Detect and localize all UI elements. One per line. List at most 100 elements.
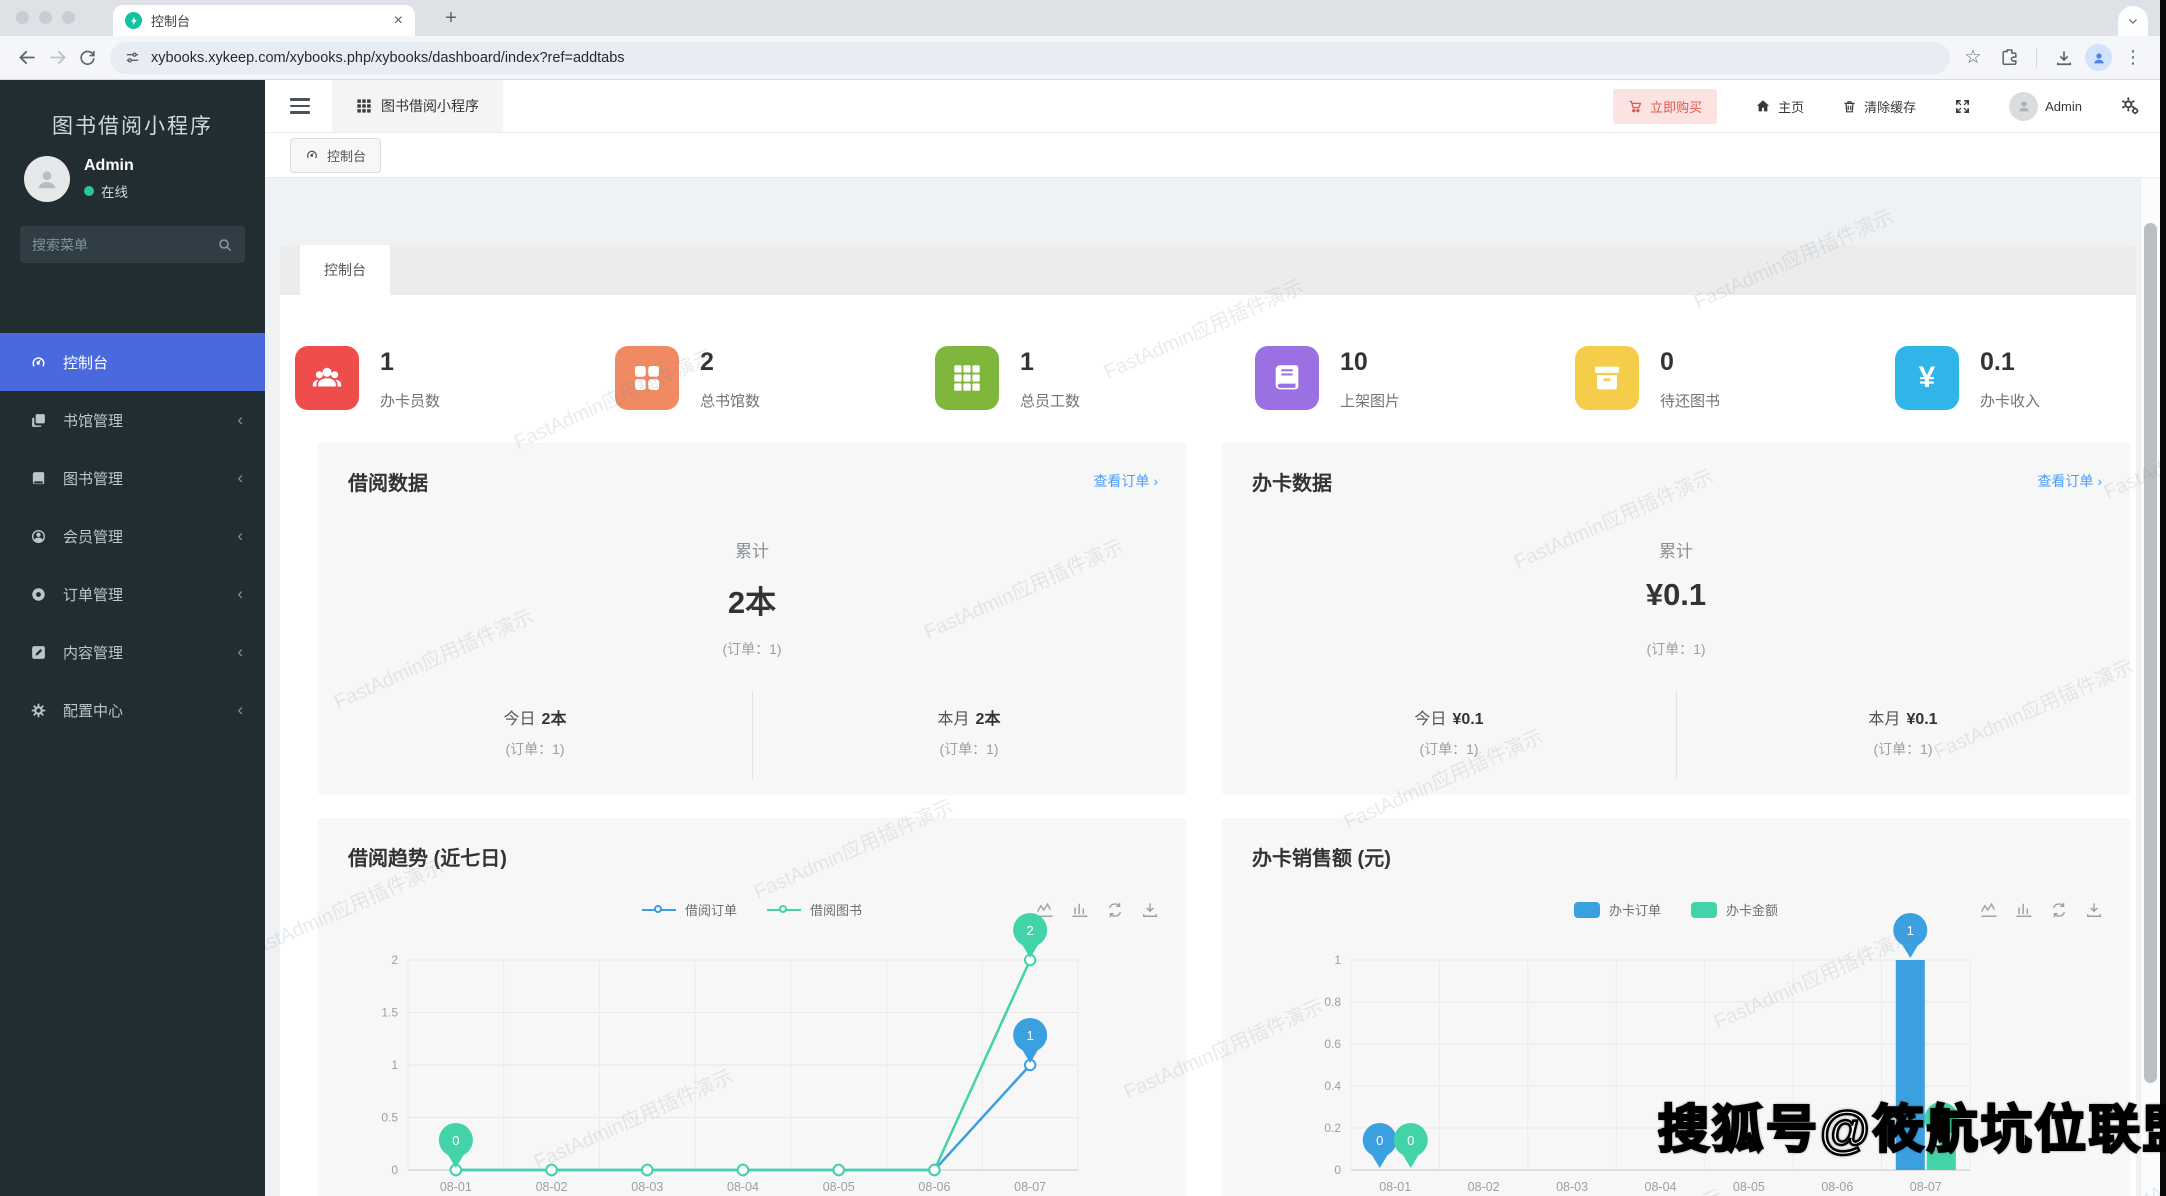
home-label: 主页 [1778, 99, 1805, 115]
chevron-left-icon: ‹ [237, 642, 243, 661]
settings-gears-button[interactable] [2120, 96, 2140, 116]
admin-app: 图书借阅小程序 Admin 在线 搜索菜单 控制台 书馆管理 ‹ 图书管理 ‹ … [0, 80, 2160, 1196]
expand-arrows-icon [1956, 99, 1970, 113]
svg-text:08-07: 08-07 [1014, 1180, 1046, 1194]
hamburger-menu-icon[interactable] [290, 98, 310, 114]
buy-now-button[interactable]: 立即购买 [1613, 88, 1718, 124]
sidebar-item-settings[interactable]: 配置中心 ‹ [0, 681, 265, 739]
view-orders-link[interactable]: 查看订单 › [2037, 471, 2102, 491]
sidebar-item-members[interactable]: 会员管理 ‹ [0, 507, 265, 565]
sidebar-item-dashboard[interactable]: 控制台 [0, 333, 265, 391]
chart-title: 借阅趋势 (近七日) [348, 848, 507, 870]
svg-text:08-07: 08-07 [1910, 1180, 1942, 1194]
fullscreen-button[interactable] [1954, 98, 1971, 115]
line-chart-tool-icon[interactable] [1979, 900, 1999, 920]
reload-icon[interactable] [72, 43, 102, 73]
online-status-dot [84, 186, 94, 196]
downloads-icon[interactable] [2049, 43, 2079, 73]
borrow-data-card: 借阅数据 查看订单 › 累计 2本 (订单：1) 今日 2本 (订单：1) 本月 2… [318, 443, 1186, 795]
bookmark-star-icon[interactable]: ☆ [1958, 43, 1988, 73]
home-button[interactable]: 主页 [1755, 97, 1804, 116]
month-label: 本月 [1868, 711, 1901, 728]
today-orders: (订单：1) [1419, 741, 1479, 757]
chevron-left-icon: ‹ [237, 410, 243, 429]
sidebar-item-content[interactable]: 内容管理 ‹ [0, 623, 265, 681]
stat-value: 1 [380, 348, 394, 376]
bar-chart-tool-icon[interactable] [2014, 900, 2034, 920]
today-label: 今日 [1414, 711, 1447, 728]
bar-chart-tool-icon[interactable] [1070, 900, 1090, 920]
legend-item-card-orders[interactable]: 办卡订单 [1573, 900, 1661, 919]
today-label: 今日 [503, 711, 536, 728]
window-controls [16, 11, 75, 24]
address-bar[interactable]: xybooks.xykeep.com/xybooks.php/xybooks/d… [110, 41, 1950, 74]
sohu-watermark: 搜狐号@筱航坑位联盟 [1657, 1100, 2166, 1160]
stat-value: 0 [1660, 348, 1674, 376]
refresh-tool-icon[interactable] [2049, 900, 2069, 920]
sidebar-item-books[interactable]: 图书管理 ‹ [0, 449, 265, 507]
site-info-icon[interactable] [124, 49, 141, 66]
profile-avatar[interactable] [2085, 44, 2112, 71]
svg-text:0: 0 [452, 1133, 459, 1148]
app-tab-dashboard[interactable]: 图书借阅小程序 [332, 80, 503, 132]
browser-tab[interactable]: 控制台 × [113, 5, 415, 36]
sidebar-search-box [20, 226, 245, 263]
panel-tab-console[interactable]: 控制台 [300, 245, 390, 295]
chart-toolbox [1979, 900, 2104, 920]
buy-now-label: 立即购买 [1650, 99, 1703, 115]
extensions-puzzle-icon[interactable] [1994, 43, 2024, 73]
user-menu[interactable]: Admin [2009, 91, 2082, 121]
svg-text:08-04: 08-04 [727, 1180, 759, 1194]
download-tool-icon[interactable] [1140, 900, 1160, 920]
stat-card-members: 1 办卡员数 [295, 346, 440, 411]
breadcrumb-dashboard-button[interactable]: 控制台 [290, 137, 382, 173]
scrollbar-track[interactable] [2140, 178, 2160, 1196]
svg-text:08-04: 08-04 [1645, 1180, 1677, 1194]
clear-cache-label: 清除缓存 [1864, 99, 1917, 115]
stat-label: 办卡员数 [380, 393, 441, 410]
chart-toolbox [1035, 900, 1160, 920]
sidebar-item-label: 配置中心 [63, 702, 124, 720]
card-title: 借阅数据 [348, 473, 428, 495]
library-clone-icon [32, 413, 45, 427]
svg-text:08-01: 08-01 [440, 1180, 472, 1194]
sidebar-item-library[interactable]: 书馆管理 ‹ [0, 391, 265, 449]
refresh-tool-icon[interactable] [1105, 900, 1125, 920]
month-value: 2本 [975, 711, 1001, 728]
order-badge-icon [32, 587, 45, 601]
download-tool-icon[interactable] [2084, 900, 2104, 920]
stat-label: 办卡收入 [1980, 393, 2041, 410]
window-zoom-button[interactable] [62, 11, 75, 24]
total-value: 2本 [727, 585, 777, 620]
svg-text:2: 2 [391, 953, 398, 967]
scrollbar-thumb[interactable] [2144, 223, 2157, 1083]
stat-card-listed: 10 上架图片 [1255, 346, 1400, 411]
svg-text:1: 1 [1027, 1028, 1034, 1043]
svg-text:08-01: 08-01 [1379, 1180, 1411, 1194]
url-text: xybooks.xykeep.com/xybooks.php/xybooks/d… [151, 49, 625, 66]
menu-search-input[interactable] [32, 236, 217, 253]
user-avatar [24, 156, 70, 202]
sidebar-item-orders[interactable]: 订单管理 ‹ [0, 565, 265, 623]
today-value: ¥0.1 [1452, 711, 1484, 728]
window-close-button[interactable] [16, 11, 29, 24]
stat-card-staff: 1 总员工数 [935, 346, 1080, 411]
svg-text:08-05: 08-05 [823, 1180, 855, 1194]
svg-text:1: 1 [1907, 923, 1914, 938]
back-icon[interactable] [12, 43, 42, 73]
cart-icon [1629, 100, 1642, 112]
tab-close-icon[interactable]: × [394, 12, 403, 29]
legend-item-borrow-books[interactable]: 借阅图书 [767, 900, 862, 919]
clear-cache-button[interactable]: 清除缓存 [1842, 97, 1916, 116]
window-minimize-button[interactable] [39, 11, 52, 24]
stat-label: 总员工数 [1020, 393, 1081, 410]
legend-item-card-amount[interactable]: 办卡金额 [1691, 900, 1778, 919]
browser-menu-kebab-icon[interactable]: ⋮ [2118, 43, 2148, 73]
tab-search-chevron-icon[interactable] [2118, 6, 2148, 36]
forward-icon[interactable] [42, 43, 72, 73]
new-tab-button[interactable]: + [437, 4, 465, 32]
total-label: 累计 [735, 542, 769, 561]
legend-item-borrow-orders[interactable]: 借阅订单 [641, 900, 737, 919]
main-area: 图书借阅小程序 立即购买 主页 清除缓存 Admin 控制台 控制台 1 办卡员… [265, 80, 2160, 1196]
view-orders-link[interactable]: 查看订单 › [1093, 471, 1158, 491]
